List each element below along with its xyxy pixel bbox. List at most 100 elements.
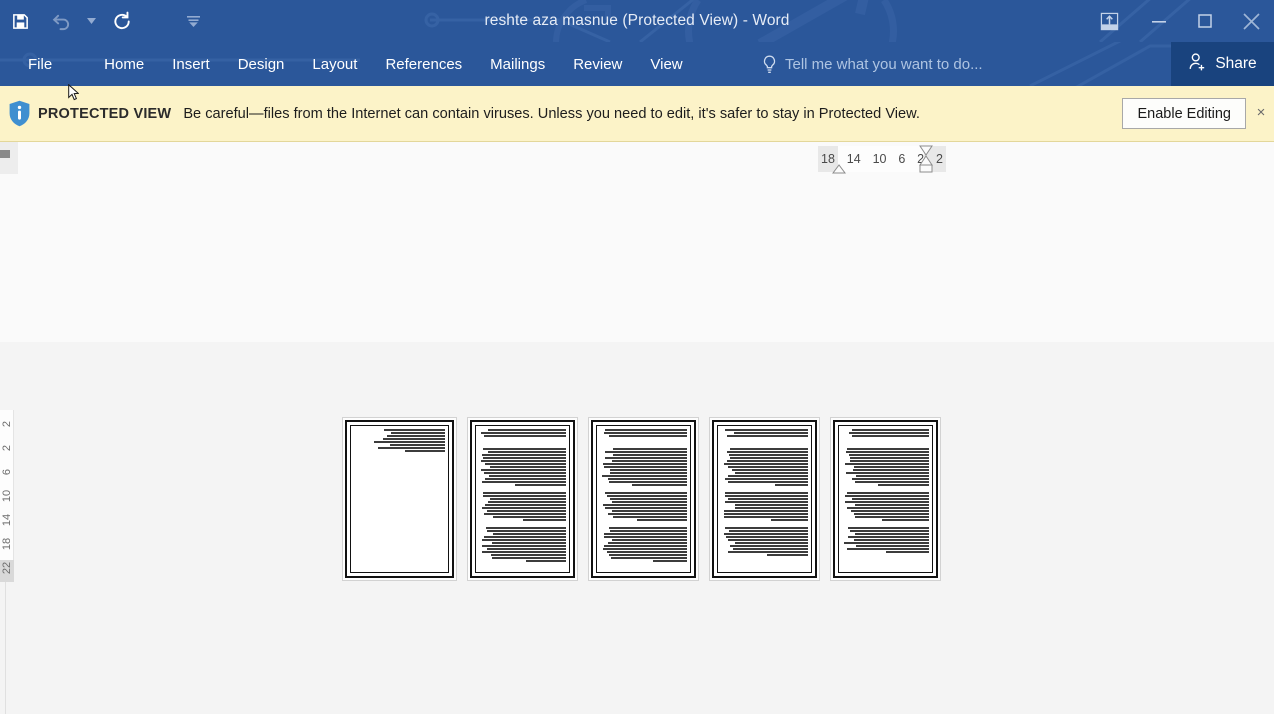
undo-dropdown-icon[interactable] <box>80 0 102 42</box>
customize-qat-icon[interactable] <box>182 0 204 42</box>
vruler-tick: 14 <box>1 513 13 527</box>
text-line <box>848 432 929 434</box>
text-line <box>734 472 808 474</box>
enable-editing-button[interactable]: Enable Editing <box>1122 98 1246 129</box>
text-line <box>727 551 808 553</box>
text-line <box>603 466 687 468</box>
text-line <box>612 454 687 456</box>
text-line <box>855 516 929 518</box>
tab-file[interactable]: File <box>12 42 68 86</box>
text-line <box>854 504 929 506</box>
page-4[interactable] <box>712 420 817 578</box>
page-4-content <box>721 429 808 569</box>
tab-layout[interactable]: Layout <box>298 42 371 86</box>
text-line <box>609 472 687 474</box>
text-line <box>481 460 566 462</box>
page-1[interactable] <box>345 420 454 578</box>
text-line <box>390 432 445 434</box>
text-line <box>850 457 929 459</box>
text-line <box>483 536 566 538</box>
text-line <box>732 548 808 550</box>
text-line <box>390 444 445 446</box>
text-line <box>602 504 687 506</box>
tell-me-search[interactable]: Tell me what you want to do... <box>762 42 983 86</box>
text-line <box>727 460 808 462</box>
share-button[interactable]: Share <box>1171 42 1274 86</box>
tab-design[interactable]: Design <box>224 42 299 86</box>
document-workspace[interactable]: 2 2 6 10 14 18 22 18 14 10 6 2 2 <box>0 142 1274 714</box>
text-line <box>734 542 808 544</box>
page-thumbnail-row[interactable] <box>343 418 940 582</box>
vruler-tick: 2 <box>1 420 13 428</box>
text-line <box>481 539 566 541</box>
text-line <box>730 545 808 547</box>
page-thumbnail[interactable] <box>343 418 456 580</box>
window-controls[interactable] <box>1082 0 1274 42</box>
tab-review[interactable]: Review <box>559 42 636 86</box>
text-line <box>604 492 687 494</box>
tab-view[interactable]: View <box>636 42 696 86</box>
close-icon[interactable]: × <box>1252 103 1270 121</box>
page-3[interactable] <box>591 420 696 578</box>
text-line <box>730 448 808 450</box>
lightbulb-icon <box>762 55 777 74</box>
right-indent-marker[interactable] <box>914 144 938 174</box>
page-5-content <box>842 429 929 569</box>
text-line <box>609 527 687 529</box>
text-line <box>847 548 929 550</box>
text-line <box>729 530 808 532</box>
restore-icon[interactable] <box>1182 0 1228 42</box>
text-line <box>604 536 687 538</box>
text-line <box>734 504 808 506</box>
text-line <box>489 475 566 477</box>
protected-view-badge: PROTECTED VIEW <box>38 105 172 122</box>
text-line <box>855 475 929 477</box>
redo-icon[interactable] <box>102 0 142 42</box>
tab-home[interactable]: Home <box>90 42 158 86</box>
minimize-icon[interactable] <box>1136 0 1182 42</box>
text-line <box>637 519 687 521</box>
text-line <box>734 507 808 509</box>
text-line <box>609 469 687 471</box>
text-line <box>604 432 687 434</box>
close-icon[interactable] <box>1228 0 1274 42</box>
text-line <box>482 495 566 497</box>
left-indent-marker[interactable] <box>828 160 852 176</box>
text-line <box>854 513 929 515</box>
text-line <box>613 448 687 450</box>
ribbon-tabs[interactable]: File Home Insert Design Layout Reference… <box>0 42 697 86</box>
save-icon[interactable] <box>0 0 40 42</box>
tab-insert[interactable]: Insert <box>158 42 224 86</box>
text-line <box>631 484 687 486</box>
page-2[interactable] <box>470 420 575 578</box>
text-line <box>607 513 687 515</box>
tab-design-label: Design <box>237 55 285 73</box>
text-line <box>481 481 566 483</box>
text-line <box>603 533 687 535</box>
text-line <box>727 435 808 437</box>
tab-mailings[interactable]: Mailings <box>476 42 559 86</box>
text-line <box>603 463 687 465</box>
text-line <box>885 551 929 553</box>
text-line <box>849 530 929 532</box>
page-5[interactable] <box>833 420 938 578</box>
text-line <box>605 507 687 509</box>
text-line <box>851 429 929 431</box>
mouse-pointer <box>68 84 79 101</box>
text-line <box>725 492 808 494</box>
ribbon-display-options-icon[interactable] <box>1082 0 1136 42</box>
page-thumbnail[interactable] <box>710 418 819 580</box>
text-line <box>843 542 929 544</box>
page-thumbnail[interactable] <box>589 418 698 580</box>
tab-references[interactable]: References <box>371 42 476 86</box>
page-thumbnail[interactable] <box>468 418 577 580</box>
text-line <box>611 557 687 559</box>
page-thumbnail[interactable] <box>831 418 940 580</box>
text-line <box>486 527 566 529</box>
text-line <box>602 475 687 477</box>
undo-icon[interactable] <box>40 0 80 42</box>
text-line <box>482 551 566 553</box>
page-3-content <box>600 429 687 569</box>
quick-access-toolbar[interactable] <box>0 0 204 42</box>
text-line <box>603 548 687 550</box>
